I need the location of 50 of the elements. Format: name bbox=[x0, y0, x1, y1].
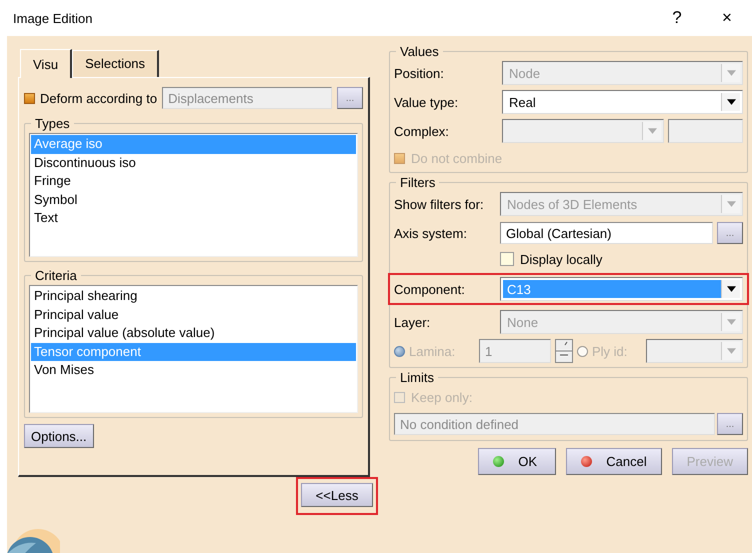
field-label: Complex: bbox=[394, 124, 450, 138]
checkbox[interactable] bbox=[500, 252, 514, 266]
group-title: Values bbox=[399, 44, 440, 59]
list-item[interactable]: Principal shearing bbox=[31, 287, 356, 306]
caret-icon bbox=[726, 319, 736, 325]
group-title: Types bbox=[34, 116, 71, 131]
caret-icon bbox=[648, 128, 656, 134]
field-label: Show filters for: bbox=[394, 196, 485, 212]
field-label: Component: bbox=[394, 282, 466, 296]
field-label: Value type: bbox=[394, 94, 460, 110]
checkbox-label: Display locally bbox=[520, 252, 602, 266]
checkbox-label: Keep only: bbox=[411, 390, 472, 404]
tab[interactable]: Visu bbox=[20, 49, 72, 78]
checkbox-label: Deform according to bbox=[40, 90, 158, 106]
list-item[interactable]: Principal value bbox=[31, 306, 356, 324]
options-button[interactable]: Options... bbox=[24, 424, 94, 448]
caret-icon bbox=[726, 99, 736, 105]
caret-icon bbox=[726, 286, 736, 292]
list-item[interactable]: Fringe bbox=[31, 172, 356, 190]
field-label: Position: bbox=[394, 66, 445, 80]
dialog-button[interactable]: Cancel bbox=[566, 448, 662, 475]
group-title: Filters bbox=[399, 175, 436, 190]
list-item[interactable]: Discontinuous iso bbox=[31, 154, 356, 172]
checkbox[interactable] bbox=[24, 92, 35, 104]
list-item[interactable]: Principal value (absolute value) bbox=[31, 324, 356, 342]
close-button[interactable]: × bbox=[702, 8, 752, 28]
group-title: Criteria bbox=[34, 268, 78, 283]
group-title: Limits bbox=[399, 370, 435, 385]
dialog-button[interactable]: OK bbox=[478, 448, 556, 475]
list-item[interactable]: Text bbox=[31, 209, 356, 228]
window-title: Image Edition bbox=[13, 10, 94, 26]
caret-icon bbox=[726, 70, 736, 76]
list-item[interactable]: Symbol bbox=[31, 190, 356, 209]
radio-label: Ply id: bbox=[592, 344, 628, 358]
list-item[interactable]: Von Mises bbox=[31, 361, 356, 380]
field-label: Axis system: bbox=[394, 226, 468, 240]
caret-icon bbox=[726, 348, 736, 354]
spinner-icon[interactable] bbox=[555, 339, 573, 363]
dropdown[interactable] bbox=[646, 339, 743, 363]
less-button[interactable]: <<Less bbox=[301, 483, 373, 507]
dropdown[interactable]: Real bbox=[502, 90, 743, 114]
cancel-icon bbox=[581, 456, 592, 467]
tab[interactable]: Selections bbox=[72, 50, 160, 77]
checkbox-label: Do not combine bbox=[411, 150, 502, 166]
help-button[interactable]: ? bbox=[652, 8, 702, 28]
text-field[interactable]: Global (Cartesian) bbox=[500, 222, 713, 244]
field-label: Layer: bbox=[394, 314, 432, 330]
radio-label: Lamina: bbox=[409, 344, 456, 358]
caret-icon bbox=[726, 201, 736, 207]
ok-icon bbox=[493, 456, 504, 467]
